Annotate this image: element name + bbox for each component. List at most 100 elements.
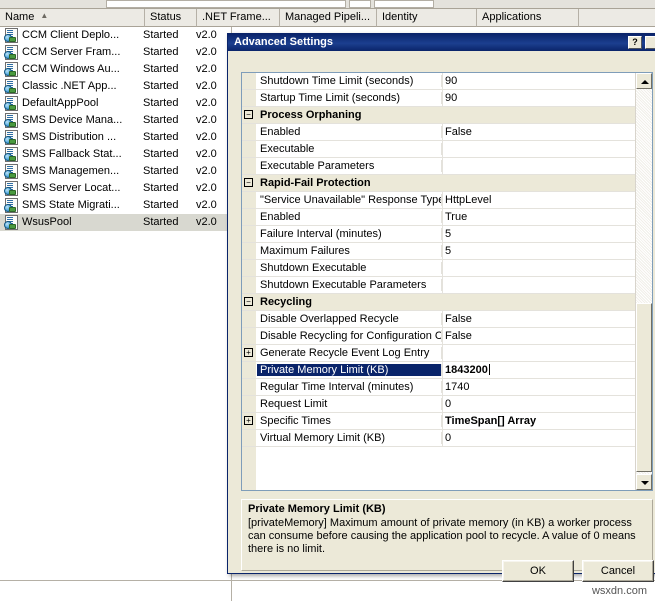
- property-category-row[interactable]: − Process Orphaning: [242, 107, 635, 124]
- property-row[interactable]: Regular Time Interval (minutes) 1740: [242, 379, 635, 396]
- property-grid[interactable]: Shutdown Time Limit (seconds) 90 Startup T…: [241, 72, 653, 491]
- app-pool-row[interactable]: Classic .NET App... Started v2.0: [0, 78, 231, 95]
- app-pool-row[interactable]: WsusPool Started v2.0: [0, 214, 231, 231]
- property-grid-scrollbar[interactable]: [635, 73, 652, 490]
- expander-icon[interactable]: +: [244, 348, 253, 357]
- ok-button[interactable]: OK: [502, 560, 574, 582]
- column-header-applications[interactable]: Applications: [477, 9, 579, 27]
- dialog-title: Advanced Settings: [234, 36, 334, 48]
- property-row[interactable]: Shutdown Time Limit (seconds) 90: [242, 73, 635, 90]
- scroll-down-button[interactable]: [636, 474, 652, 490]
- property-value[interactable]: 1740: [445, 381, 633, 393]
- app-pool-icon: [4, 113, 19, 128]
- property-category-row[interactable]: − Rapid-Fail Protection: [242, 175, 635, 192]
- app-pool-row[interactable]: SMS State Migrati... Started v2.0: [0, 197, 231, 214]
- property-row[interactable]: Maximum Failures 5: [242, 243, 635, 260]
- property-value[interactable]: 1843200: [445, 364, 633, 376]
- property-value[interactable]: 0: [445, 432, 633, 444]
- expander-icon[interactable]: −: [244, 110, 253, 119]
- property-row[interactable]: Shutdown Executable Parameters: [242, 277, 635, 294]
- app-pool-name: DefaultAppPool: [22, 97, 99, 109]
- property-value[interactable]: 5: [445, 245, 633, 257]
- expander-icon[interactable]: −: [244, 178, 253, 187]
- go-button[interactable]: [349, 0, 371, 8]
- app-pool-icon: [4, 79, 19, 94]
- expander-icon[interactable]: +: [244, 416, 253, 425]
- arrow-down-icon: [641, 481, 649, 485]
- property-row[interactable]: Virtual Memory Limit (KB) 0: [242, 430, 635, 447]
- column-header-managed-pipeline[interactable]: Managed Pipeli...: [280, 9, 377, 27]
- column-header-applications-label: Applications: [482, 11, 542, 23]
- app-pool-net-version: v2.0: [196, 148, 217, 160]
- sort-ascending-icon: ▲: [40, 11, 49, 20]
- property-row[interactable]: Failure Interval (minutes) 5: [242, 226, 635, 243]
- app-pool-row[interactable]: CCM Windows Au... Started v2.0: [0, 61, 231, 78]
- text-caret: [488, 364, 490, 375]
- column-splitter: [442, 243, 443, 259]
- app-pool-icon: [4, 96, 19, 111]
- property-row[interactable]: + Generate Recycle Event Log Entry: [242, 345, 635, 362]
- app-pool-row[interactable]: CCM Client Deplo... Started v2.0: [0, 27, 231, 44]
- column-splitter: [442, 277, 443, 293]
- column-splitter: [442, 413, 443, 429]
- scrollbar-thumb[interactable]: [636, 303, 652, 472]
- property-row[interactable]: + Specific Times TimeSpan[] Array: [242, 413, 635, 430]
- cancel-button[interactable]: Cancel: [582, 560, 654, 582]
- scroll-up-button[interactable]: [636, 73, 652, 89]
- property-row[interactable]: Private Memory Limit (KB) 1843200: [242, 362, 635, 379]
- app-pool-name: SMS Server Locat...: [22, 182, 121, 194]
- property-value[interactable]: 90: [445, 75, 633, 87]
- property-value[interactable]: 90: [445, 92, 633, 104]
- property-value[interactable]: False: [445, 126, 633, 138]
- property-value[interactable]: 0: [445, 398, 633, 410]
- column-header-name-label: Name: [5, 11, 35, 23]
- property-value[interactable]: False: [445, 330, 633, 342]
- property-label: Generate Recycle Event Log Entry: [257, 347, 442, 359]
- property-row[interactable]: "Service Unavailable" Response Type HttpL…: [242, 192, 635, 209]
- property-row[interactable]: Startup Time Limit (seconds) 90: [242, 90, 635, 107]
- property-row[interactable]: Disable Overlapped Recycle False: [242, 311, 635, 328]
- property-row[interactable]: Enabled True: [242, 209, 635, 226]
- app-pool-status: Started: [143, 216, 179, 228]
- app-pool-row[interactable]: SMS Device Mana... Started v2.0: [0, 112, 231, 129]
- app-pool-row[interactable]: CCM Server Fram... Started v2.0: [0, 44, 231, 61]
- app-pool-row[interactable]: SMS Server Locat... Started v2.0: [0, 180, 231, 197]
- property-label: Process Orphaning: [260, 109, 362, 121]
- app-pool-name: CCM Windows Au...: [22, 63, 120, 75]
- expander-icon[interactable]: −: [244, 297, 253, 306]
- app-pool-status: Started: [143, 46, 179, 58]
- property-value[interactable]: True: [445, 211, 633, 223]
- close-icon[interactable]: [645, 36, 655, 49]
- property-row[interactable]: Executable: [242, 141, 635, 158]
- property-row[interactable]: Disable Recycling for Configuration Ch Fa…: [242, 328, 635, 345]
- app-pool-net-version: v2.0: [196, 80, 217, 92]
- app-pool-name: WsusPool: [22, 216, 72, 228]
- column-header-net-framework[interactable]: .NET Frame...: [197, 9, 280, 27]
- column-header-name[interactable]: Name ▲: [0, 9, 145, 27]
- property-row[interactable]: Executable Parameters: [242, 158, 635, 175]
- property-row[interactable]: Shutdown Executable: [242, 260, 635, 277]
- property-row[interactable]: Request Limit 0: [242, 396, 635, 413]
- property-value[interactable]: 5: [445, 228, 633, 240]
- property-value[interactable]: HttpLevel: [445, 194, 633, 206]
- app-pool-net-version: v2.0: [196, 29, 217, 41]
- app-pool-net-version: v2.0: [196, 97, 217, 109]
- app-pool-row[interactable]: DefaultAppPool Started v2.0: [0, 95, 231, 112]
- column-splitter: [442, 141, 443, 157]
- dialog-title-bar[interactable]: Advanced Settings ?: [228, 34, 655, 51]
- property-value[interactable]: TimeSpan[] Array: [445, 415, 633, 427]
- column-header-identity[interactable]: Identity: [377, 9, 477, 27]
- app-pool-row[interactable]: SMS Distribution ... Started v2.0: [0, 129, 231, 146]
- help-icon[interactable]: ?: [628, 36, 642, 49]
- watermark: wsxdn.com: [591, 585, 647, 597]
- app-pool-row[interactable]: SMS Fallback Stat... Started v2.0: [0, 146, 231, 163]
- filter-input[interactable]: [106, 0, 346, 8]
- app-pool-row[interactable]: SMS Managemen... Started v2.0: [0, 163, 231, 180]
- property-label: Executable Parameters: [257, 160, 442, 172]
- property-value[interactable]: False: [445, 313, 633, 325]
- property-category-row[interactable]: − Recycling: [242, 294, 635, 311]
- app-pool-icon: [4, 215, 19, 230]
- property-row[interactable]: Enabled False: [242, 124, 635, 141]
- column-header-status[interactable]: Status: [145, 9, 197, 27]
- show-all-button[interactable]: [374, 0, 434, 8]
